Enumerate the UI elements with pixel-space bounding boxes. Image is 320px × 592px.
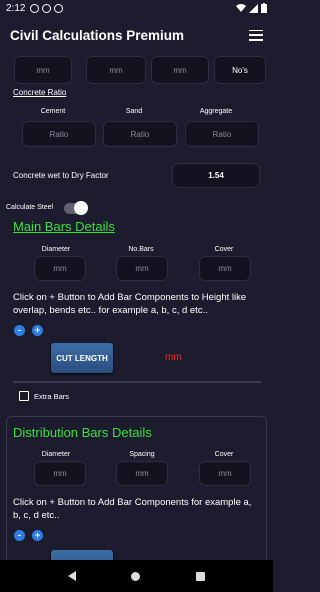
system-nav-bar bbox=[0, 560, 273, 592]
top-field-1[interactable]: mm bbox=[14, 56, 72, 84]
distribution-bars-title: Distribution Bars Details bbox=[13, 425, 152, 440]
main-diameter-label: Diameter bbox=[41, 246, 71, 253]
battery-icon bbox=[261, 3, 267, 13]
main-diameter-input[interactable]: mm bbox=[34, 256, 86, 281]
cement-label: Cement bbox=[40, 108, 66, 115]
section-divider bbox=[13, 381, 261, 383]
hamburger-menu-icon[interactable] bbox=[249, 29, 263, 41]
dist-add-button[interactable]: + bbox=[32, 530, 43, 541]
main-add-button[interactable]: + bbox=[32, 325, 43, 336]
dist-diameter-input[interactable]: mm bbox=[34, 461, 86, 486]
main-remove-button[interactable]: - bbox=[14, 325, 25, 336]
status-time: 2:12 bbox=[6, 2, 26, 14]
aggregate-label: Aggregate bbox=[199, 108, 233, 115]
wet-dry-factor-input[interactable]: 1.54 bbox=[172, 163, 260, 188]
signal-icon bbox=[249, 3, 258, 13]
top-field-3[interactable]: mm bbox=[151, 56, 209, 84]
calculate-steel-toggle[interactable] bbox=[64, 201, 88, 215]
dist-remove-button[interactable]: - bbox=[14, 530, 25, 541]
main-bars-title: Main Bars Details bbox=[13, 219, 115, 234]
dist-spacing-label: Spacing bbox=[129, 451, 155, 458]
recents-icon[interactable] bbox=[196, 571, 206, 581]
main-nobars-input[interactable]: mm bbox=[116, 256, 168, 281]
calculate-steel-label: Calculate Steel bbox=[6, 204, 54, 211]
aggregate-ratio-input[interactable]: Ratio bbox=[185, 121, 259, 147]
main-cut-length-button[interactable]: CUT LENGTH bbox=[51, 343, 113, 373]
sand-ratio-input[interactable]: Ratio bbox=[103, 121, 177, 147]
dist-cover-input[interactable]: mm bbox=[199, 461, 251, 486]
app-bar: Civil Calculations Premium bbox=[0, 16, 273, 54]
app-notification-icon bbox=[54, 3, 64, 13]
main-content[interactable]: mm mm mm No's Concrete Ratio Cement Sand… bbox=[0, 54, 273, 560]
wet-dry-label: Concrete wet to Dry Factor bbox=[13, 171, 109, 180]
dist-cut-length-button[interactable] bbox=[51, 550, 113, 560]
top-field-4[interactable]: No's bbox=[214, 56, 266, 84]
toggle-knob bbox=[74, 201, 88, 215]
main-nobars-label: No.Bars bbox=[128, 246, 154, 253]
extra-bars-checkbox[interactable] bbox=[19, 391, 29, 401]
notification-icon bbox=[30, 3, 40, 13]
back-icon[interactable] bbox=[67, 571, 76, 581]
cement-ratio-input[interactable]: Ratio bbox=[22, 121, 96, 147]
wifi-icon bbox=[236, 3, 246, 12]
dist-spacing-input[interactable]: mm bbox=[116, 461, 168, 486]
sand-label: Sand bbox=[125, 108, 143, 115]
main-cut-length-unit: mm bbox=[165, 352, 182, 363]
app-notification-icon bbox=[42, 3, 52, 13]
main-cover-label: Cover bbox=[214, 246, 234, 253]
main-bars-instruction: Click on + Button to Add Bar Components … bbox=[13, 292, 247, 316]
dist-diameter-label: Diameter bbox=[41, 451, 71, 458]
main-cover-input[interactable]: mm bbox=[199, 256, 251, 281]
dist-cover-label: Cover bbox=[214, 451, 234, 458]
top-field-2[interactable]: mm bbox=[86, 56, 146, 84]
app-title: Civil Calculations Premium bbox=[10, 27, 185, 43]
status-bar: 2:12 bbox=[0, 0, 273, 16]
concrete-ratio-title: Concrete Ratio bbox=[13, 88, 67, 97]
extra-bars-label: Extra Bars bbox=[34, 392, 70, 401]
distribution-bars-instruction: Click on + Button to Add Bar Components … bbox=[13, 497, 252, 521]
home-icon[interactable] bbox=[131, 571, 141, 581]
